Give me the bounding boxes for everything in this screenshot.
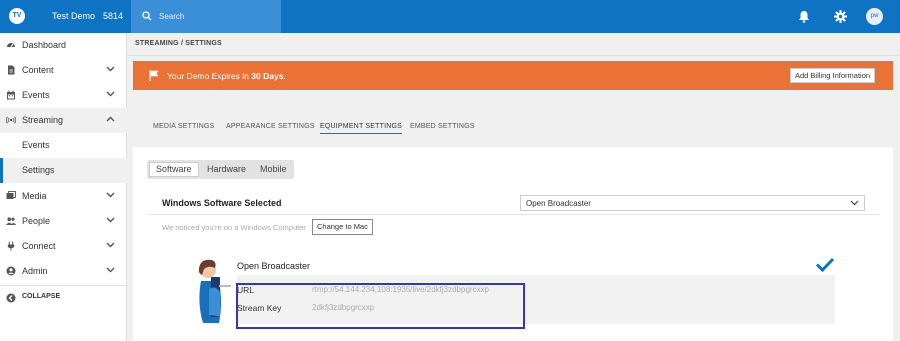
sidebar: Dashboard Content Events Streaming Event… <box>0 33 127 341</box>
bell-icon[interactable] <box>798 10 810 23</box>
segment-mobile[interactable]: Mobile <box>254 162 293 177</box>
chevron-up-icon <box>106 116 115 122</box>
divider <box>147 214 879 215</box>
sidebar-subitem-events[interactable]: Events <box>0 133 127 158</box>
sidebar-subitem-label: Settings <box>22 165 55 175</box>
broadcast-icon <box>6 116 16 124</box>
chevron-down-icon <box>106 66 115 72</box>
sidebar-item-label: Events <box>22 90 50 100</box>
people-icon <box>6 217 16 225</box>
tab-embed-settings[interactable]: EMBED SETTINGS <box>410 123 475 130</box>
chevron-down-icon <box>106 192 115 198</box>
section-title: Windows Software Selected <box>162 198 282 208</box>
sidebar-item-label: Admin <box>22 266 48 276</box>
os-notice: We noticed you're on a Windows Computer <box>162 223 306 232</box>
sidebar-item-connect[interactable]: Connect <box>0 234 127 259</box>
sidebar-item-label: Streaming <box>22 115 64 125</box>
sidebar-item-streaming[interactable]: Streaming <box>0 108 127 133</box>
search-icon <box>142 11 152 21</box>
logo: TV <box>9 8 25 24</box>
sidebar-item-content[interactable]: Content <box>0 58 127 83</box>
sidebar-item-admin[interactable]: Admin <box>0 259 127 284</box>
software-name: Open Broadcaster <box>237 261 311 271</box>
avatar[interactable]: pw <box>866 8 883 25</box>
collapse-icon <box>6 293 16 303</box>
calendar-icon <box>7 90 15 100</box>
divider <box>127 55 900 56</box>
top-bar: TV Test Demo 5814 Search pw <box>0 0 900 33</box>
software-select-value: Open Broadcaster <box>526 199 591 208</box>
dashboard-icon <box>7 43 15 48</box>
banner-message: Your Demo Expires in 30 Days. <box>167 71 286 81</box>
collapse-label: COLLAPSE <box>22 293 61 300</box>
search-input[interactable]: Search <box>131 0 281 33</box>
tab-appearance-settings[interactable]: APPEARANCE SETTINGS <box>226 123 315 130</box>
sidebar-item-media[interactable]: Media <box>0 184 127 209</box>
person-illustration <box>198 259 231 323</box>
tab-media-settings[interactable]: MEDIA SETTINGS <box>153 123 215 130</box>
checkmark-icon <box>815 257 835 272</box>
change-to-mac-button[interactable]: Change to Mac <box>312 219 373 235</box>
gear-icon[interactable] <box>834 10 847 23</box>
sidebar-item-label: Connect <box>22 241 56 251</box>
add-billing-button[interactable]: Add Billing Information <box>790 68 876 83</box>
equipment-segmented-control: Software Hardware Mobile <box>147 160 294 179</box>
sidebar-item-dashboard[interactable]: Dashboard <box>0 33 127 58</box>
sidebar-item-label: People <box>22 216 51 226</box>
sidebar-subitem-settings[interactable]: Settings <box>0 158 127 183</box>
sidebar-item-label: Content <box>22 65 54 75</box>
sidebar-item-events[interactable]: Events <box>0 83 127 108</box>
chevron-down-icon <box>106 267 115 273</box>
plug-icon <box>7 241 15 251</box>
account-name: Test Demo <box>52 11 96 21</box>
brand-area[interactable]: TV Test Demo 5814 <box>0 0 127 33</box>
account-id: 5814 <box>103 11 124 21</box>
chevron-down-icon <box>106 91 115 97</box>
sidebar-item-label: Media <box>22 191 47 201</box>
chevron-down-icon <box>850 200 859 206</box>
collapse-button[interactable]: COLLAPSE <box>0 285 127 310</box>
search-placeholder: Search <box>159 12 185 21</box>
banner-days: 30 Days <box>251 71 284 81</box>
chevron-down-icon <box>106 242 115 248</box>
sidebar-item-label: Dashboard <box>22 40 67 50</box>
admin-icon <box>6 266 16 276</box>
sidebar-item-people[interactable]: People <box>0 209 127 234</box>
annotation-highlight-box <box>236 283 525 329</box>
demo-expiry-banner: Your Demo Expires in 30 Days. Add Billin… <box>133 61 893 90</box>
equipment-card: Software Hardware Mobile Windows Softwar… <box>133 147 893 341</box>
chevron-down-icon <box>106 217 115 223</box>
breadcrumb: STREAMING / SETTINGS <box>135 40 222 47</box>
document-icon <box>8 65 15 75</box>
segment-hardware[interactable]: Hardware <box>201 162 252 177</box>
sidebar-subitem-label: Events <box>22 140 50 150</box>
media-icon <box>6 191 16 199</box>
segment-software[interactable]: Software <box>149 162 199 177</box>
software-select[interactable]: Open Broadcaster <box>520 195 865 211</box>
flag-icon <box>149 70 159 81</box>
tab-equipment-settings[interactable]: EQUIPMENT SETTINGS <box>320 123 403 134</box>
